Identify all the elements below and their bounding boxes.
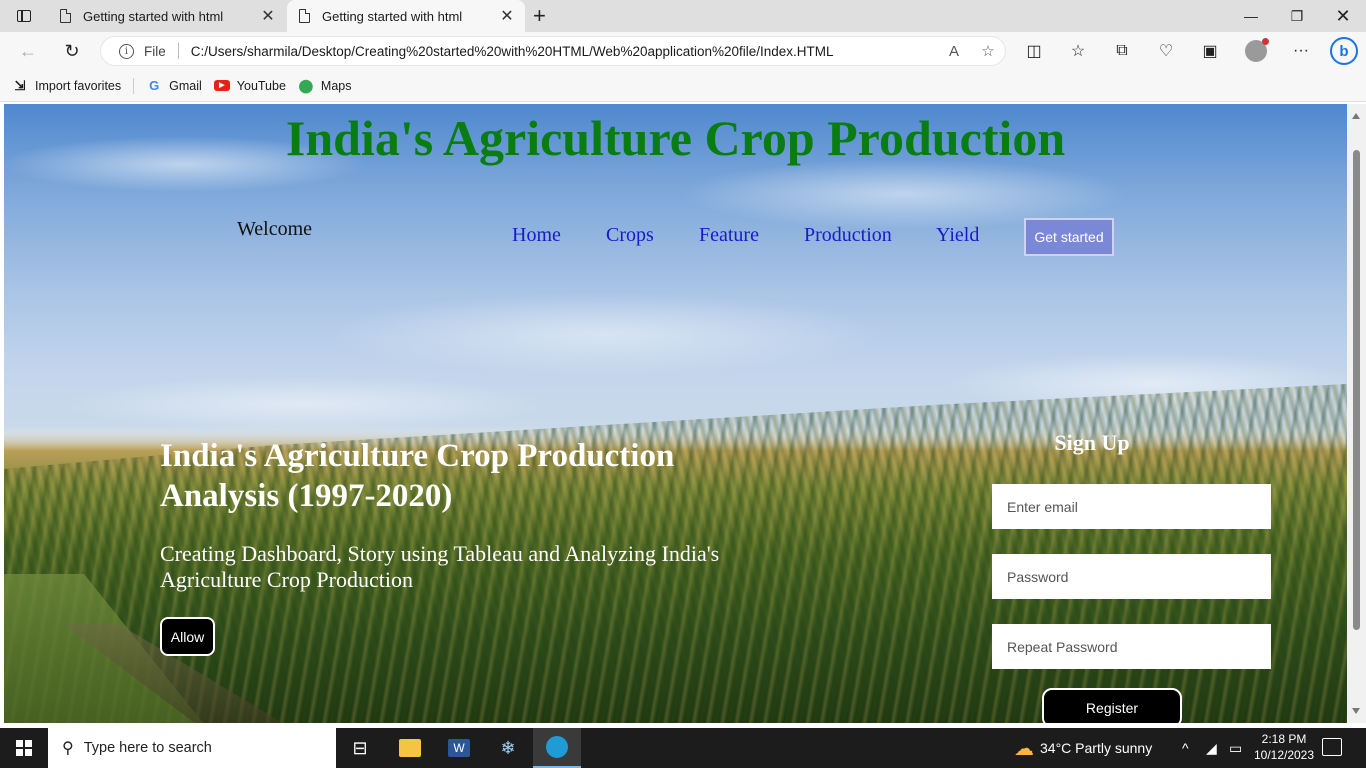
nav-crops[interactable]: Crops [606, 224, 654, 247]
tab-title: Getting started with html [322, 8, 463, 24]
taskbar-search[interactable]: ⚲ Type here to search [48, 728, 336, 768]
page-icon [60, 9, 71, 23]
edge-icon [546, 736, 568, 758]
favorite-label: Import favorites [35, 78, 122, 93]
url-text[interactable]: C:/Users/sharmila/Desktop/Creating%20sta… [191, 44, 937, 59]
favorite-label: Gmail [169, 78, 202, 93]
read-aloud-icon[interactable]: A [937, 43, 971, 60]
favorite-label: Maps [320, 78, 352, 93]
allow-button[interactable]: Allow [160, 617, 215, 656]
close-window-button[interactable]: ✕ [1320, 0, 1366, 32]
edge-button[interactable] [533, 728, 581, 768]
snowflake-icon: ❄ [500, 737, 516, 758]
search-placeholder: Type here to search [83, 740, 212, 756]
hero-title: India's Agriculture Crop Production Anal… [160, 438, 675, 514]
date: 10/12/2023 [1253, 748, 1315, 762]
favorites-icon[interactable]: ☆ [1062, 37, 1094, 65]
scroll-up-icon[interactable] [1352, 113, 1360, 119]
address-bar[interactable]: i File C:/Users/sharmila/Desktop/Creatin… [100, 36, 1006, 66]
back-button[interactable]: ← [13, 37, 43, 65]
page-icon [299, 9, 310, 23]
word-button[interactable]: W [435, 728, 483, 768]
weather-icon: ☁ [1014, 737, 1034, 760]
divider [133, 77, 135, 94]
tab-bar: Getting started with html ✕ Getting star… [0, 0, 1366, 32]
page-scrollbar[interactable] [1347, 104, 1366, 723]
search-icon: ⚲ [62, 740, 74, 757]
favorite-import[interactable]: ⇲ Import favorites [12, 77, 122, 94]
browser-essentials-icon[interactable]: ♡ [1150, 37, 1182, 65]
nav-yield[interactable]: Yield [936, 224, 979, 247]
start-button[interactable] [0, 728, 48, 768]
file-explorer-button[interactable] [386, 728, 434, 768]
close-tab-icon[interactable]: ✕ [258, 6, 278, 26]
import-icon: ⇲ [14, 77, 26, 93]
folder-icon [399, 739, 421, 757]
notification-icon[interactable] [1322, 738, 1342, 756]
restore-button[interactable]: ❐ [1274, 0, 1320, 32]
maps-icon: ⬤ [298, 77, 314, 93]
nav-feature[interactable]: Feature [699, 224, 759, 247]
task-view-button[interactable]: ⊟ [336, 728, 384, 768]
page-title: India's Agriculture Crop Production [285, 110, 1066, 166]
youtube-icon: ▶ [213, 78, 230, 94]
protocol-label: File [144, 43, 166, 59]
task-view-icon: ⊟ [352, 737, 368, 758]
split-screen-icon[interactable]: ◫ [1018, 37, 1050, 65]
navigation-bar: ← ↻ i File C:/Users/sharmila/Desktop/Cre… [0, 32, 1366, 70]
nav-home[interactable]: Home [512, 224, 561, 247]
copilot-button[interactable]: b [1328, 37, 1360, 65]
network-icon[interactable]: ◢ [1206, 728, 1217, 768]
divider [177, 43, 179, 59]
repeat-password-field[interactable]: Repeat Password [992, 624, 1271, 669]
taskbar: ⚲ Type here to search ⊟ W ❄ ☁ 34°C Partl… [0, 728, 1366, 768]
nav-production[interactable]: Production [804, 224, 892, 247]
scroll-down-icon[interactable] [1352, 708, 1360, 714]
close-tab-icon[interactable]: ✕ [497, 6, 517, 26]
minimize-button[interactable]: — [1228, 0, 1274, 32]
get-started-button[interactable]: Get started [1024, 218, 1114, 256]
time: 2:18 PM [1261, 732, 1307, 746]
hero-subtitle: Creating Dashboard, Story using Tableau … [160, 541, 720, 592]
tab-title: Getting started with html [83, 8, 224, 24]
collections-icon[interactable]: ⧉ [1106, 37, 1138, 65]
word-icon: W [448, 739, 470, 757]
email-field[interactable]: Enter email [992, 484, 1271, 529]
password-field[interactable]: Password [992, 554, 1271, 599]
tab-2[interactable]: Getting started with html ✕ [287, 0, 525, 32]
scroll-thumb[interactable] [1353, 150, 1360, 630]
profile-button[interactable] [1240, 37, 1272, 65]
snowflake-app-button[interactable]: ❄ [484, 728, 532, 768]
favorite-star-icon[interactable]: ☆ [971, 42, 1005, 60]
favorite-gmail[interactable]: G Gmail [146, 78, 202, 94]
google-icon: G [149, 78, 160, 93]
signup-title: Sign Up [1054, 430, 1130, 455]
tab-1[interactable]: Getting started with html ✕ [48, 0, 286, 32]
battery-icon[interactable]: ▭ [1229, 728, 1242, 768]
more-options-icon[interactable]: ··· [1285, 37, 1317, 65]
refresh-button[interactable]: ↻ [57, 37, 87, 65]
downloads-icon[interactable]: ▣ [1194, 37, 1226, 65]
clock[interactable]: 2:18 PM 10/12/2023 [1252, 731, 1316, 763]
weather-widget[interactable]: ☁ 34°C Partly sunny [1014, 728, 1152, 768]
info-icon[interactable]: i [119, 43, 134, 59]
welcome-text: Welcome [237, 218, 313, 240]
windows-icon [16, 740, 32, 756]
bing-icon: b [1330, 37, 1358, 65]
sidebar-toggle-icon [17, 10, 31, 22]
tab-actions-button[interactable] [10, 7, 38, 25]
web-page: India's Agriculture Crop Production Welc… [4, 104, 1347, 723]
avatar [1245, 38, 1269, 62]
favorite-youtube[interactable]: ▶ YouTube [213, 78, 286, 94]
show-hidden-icons[interactable]: ^ [1182, 728, 1189, 768]
weather-text: 34°C Partly sunny [1040, 740, 1153, 756]
favorite-label: YouTube [236, 78, 286, 93]
favorite-maps[interactable]: ⬤ Maps [298, 78, 352, 94]
favorites-bar: ⇲ Import favorites G Gmail ▶ YouTube ⬤ M… [0, 70, 1366, 102]
register-button[interactable]: Register [1042, 688, 1182, 723]
new-tab-button[interactable]: + [533, 3, 555, 29]
